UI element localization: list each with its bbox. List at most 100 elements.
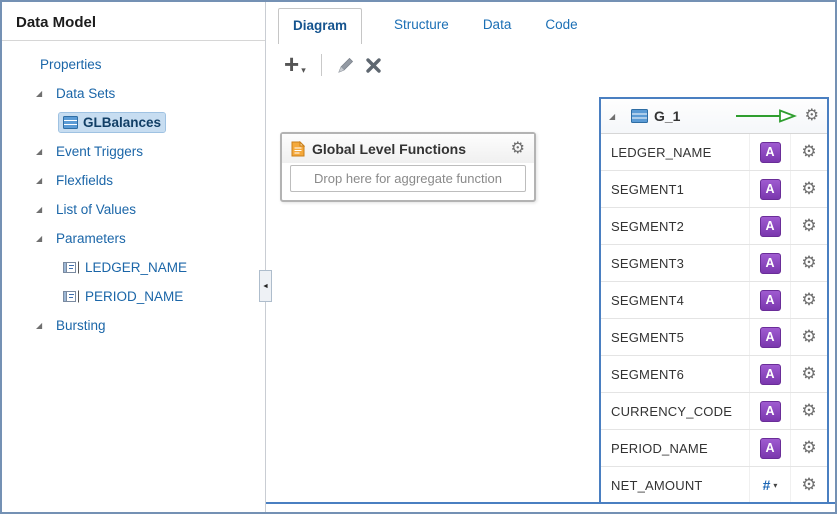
tab-structure[interactable]: Structure [392, 17, 451, 44]
tree-item-label[interactable]: PERIOD_NAME [85, 289, 183, 304]
tree-item-label[interactable]: GLBalances [83, 115, 161, 130]
field-actions-gear-icon[interactable]: ⚙ [790, 356, 827, 392]
tree-item-label[interactable]: Parameters [56, 231, 126, 246]
number-type-icon[interactable]: #▾ [749, 467, 790, 503]
text-type-icon: A [749, 356, 790, 392]
expand-toggle-icon[interactable]: ◢ [36, 321, 49, 330]
tree-item-properties[interactable]: Properties [2, 50, 265, 79]
splitter-collapse-handle[interactable]: ◄ [259, 270, 272, 302]
tree-node-body[interactable]: PERIOD_NAME [59, 287, 187, 306]
tree-item-label[interactable]: Event Triggers [56, 144, 143, 159]
global-functions-title: Global Level Functions [312, 141, 466, 157]
tree-item-event-triggers[interactable]: ◢ Event Triggers [2, 137, 265, 166]
tree-item-list-of-values[interactable]: ◢ List of Values [2, 195, 265, 224]
field-actions-gear-icon[interactable]: ⚙ [790, 282, 827, 318]
left-panel: Data Model Properties ◢ Data Sets GLBalance… [2, 2, 266, 512]
tree-node-body[interactable]: Data Sets [52, 84, 119, 103]
data-model-editor: Data Model Properties ◢ Data Sets GLBalance… [0, 0, 837, 514]
tab-diagram[interactable]: Diagram [278, 8, 362, 45]
g1-header[interactable]: ◢ G_1 ⚙ [601, 99, 827, 134]
tree-item-label[interactable]: Properties [40, 57, 102, 72]
global-functions-box: Global Level Functions ⚙ Drop here for a… [280, 132, 536, 202]
tree-node-body[interactable]: LEDGER_NAME [59, 258, 191, 277]
field-row-segment3: SEGMENT3A⚙ [601, 245, 827, 282]
tree-item-ledger-name[interactable]: LEDGER_NAME [2, 253, 265, 282]
text-type-icon: A [749, 282, 790, 318]
field-row-segment4: SEGMENT4A⚙ [601, 282, 827, 319]
field-row-currency_code: CURRENCY_CODEA⚙ [601, 393, 827, 430]
tree-item-label[interactable]: LEDGER_NAME [85, 260, 187, 275]
field-actions-gear-icon[interactable]: ⚙ [790, 134, 827, 170]
tree-node-body[interactable]: Bursting [52, 316, 110, 335]
tree-item-bursting[interactable]: ◢ Bursting [2, 311, 265, 340]
annotation-arrow-icon [735, 108, 797, 124]
field-actions-gear-icon[interactable]: ⚙ [790, 430, 827, 466]
right-panel: Diagram Structure Data Code + ▾ [266, 2, 835, 512]
tree-item-parameters[interactable]: ◢ Parameters [2, 224, 265, 253]
tree-node-body[interactable]: List of Values [52, 200, 140, 219]
global-functions-header[interactable]: Global Level Functions ⚙ [282, 134, 534, 163]
tree-item-period-name[interactable]: PERIOD_NAME [2, 282, 265, 311]
tree: Properties ◢ Data Sets GLBalances ◢ Event Tri… [2, 41, 265, 340]
global-aggregate-dropzone[interactable]: Drop here for aggregate function [290, 165, 526, 192]
field-actions-gear-icon[interactable]: ⚙ [790, 467, 827, 503]
field-name: LEDGER_NAME [601, 134, 749, 170]
field-name: SEGMENT6 [601, 356, 749, 392]
tree-node-body[interactable]: Event Triggers [52, 142, 147, 161]
g1-properties-gear-icon[interactable]: ⚙ [805, 108, 819, 124]
tree-item-flexfields[interactable]: ◢ Flexfields [2, 166, 265, 195]
expand-toggle-icon[interactable]: ◢ [36, 205, 49, 214]
add-dataset-button[interactable]: + ▾ [284, 54, 306, 76]
tab-data[interactable]: Data [481, 17, 514, 44]
expand-toggle-icon[interactable]: ◢ [36, 176, 49, 185]
dropdown-caret-icon: ▾ [301, 65, 306, 76]
tree-item-label[interactable]: Data Sets [56, 86, 115, 101]
tree-node-body[interactable]: GLBalances [59, 113, 165, 132]
text-type-icon: A [749, 319, 790, 355]
expand-toggle-icon[interactable]: ◢ [36, 147, 49, 156]
tab-code[interactable]: Code [543, 17, 579, 44]
expand-toggle-icon[interactable]: ◢ [36, 234, 49, 243]
g1-dataset-box: ◢ G_1 ⚙ [599, 97, 829, 504]
tree-item-label[interactable]: Bursting [56, 318, 106, 333]
tree-node-body[interactable]: Parameters [52, 229, 130, 248]
field-name: SEGMENT4 [601, 282, 749, 318]
collapse-toggle-icon[interactable]: ◢ [609, 112, 622, 121]
parameter-icon [63, 261, 80, 274]
panel-title: Data Model [2, 2, 265, 41]
tree-item-label[interactable]: Flexfields [56, 173, 113, 188]
text-type-icon: A [749, 245, 790, 281]
g1-field-rows: LEDGER_NAMEA⚙SEGMENT1A⚙SEGMENT2A⚙SEGMENT… [601, 134, 827, 504]
field-actions-gear-icon[interactable]: ⚙ [790, 208, 827, 244]
tree-node-body[interactable]: Flexfields [52, 171, 117, 190]
pencil-icon [337, 56, 355, 74]
expand-toggle-icon[interactable]: ◢ [36, 89, 49, 98]
text-type-icon: A [749, 393, 790, 429]
field-name: SEGMENT5 [601, 319, 749, 355]
tab-bar: Diagram Structure Data Code [266, 2, 835, 45]
toolbar-separator [321, 54, 322, 76]
tree-item-label[interactable]: List of Values [56, 202, 136, 217]
field-actions-gear-icon[interactable]: ⚙ [790, 393, 827, 429]
delete-button[interactable] [365, 57, 382, 74]
field-actions-gear-icon[interactable]: ⚙ [790, 171, 827, 207]
type-dropdown-caret-icon[interactable]: ▾ [773, 481, 777, 490]
text-type-icon: A [749, 171, 790, 207]
field-row-ledger_name: LEDGER_NAMEA⚙ [601, 134, 827, 171]
field-row-segment5: SEGMENT5A⚙ [601, 319, 827, 356]
tree-item-data-sets[interactable]: ◢ Data Sets [2, 79, 265, 108]
diagram-canvas: + ▾ [266, 44, 835, 504]
field-name: NET_AMOUNT [601, 467, 749, 503]
field-actions-gear-icon[interactable]: ⚙ [790, 319, 827, 355]
tree-item-glbalances[interactable]: GLBalances [2, 108, 265, 137]
document-icon [291, 141, 305, 157]
plus-icon: + [284, 54, 299, 74]
text-type-icon: A [749, 134, 790, 170]
tree-node-body[interactable]: Properties [36, 55, 106, 74]
field-row-segment6: SEGMENT6A⚙ [601, 356, 827, 393]
edit-button[interactable] [337, 56, 355, 74]
global-functions-gear-icon[interactable]: ⚙ [511, 141, 525, 157]
close-x-icon [365, 57, 382, 74]
text-type-icon: A [749, 208, 790, 244]
field-actions-gear-icon[interactable]: ⚙ [790, 245, 827, 281]
